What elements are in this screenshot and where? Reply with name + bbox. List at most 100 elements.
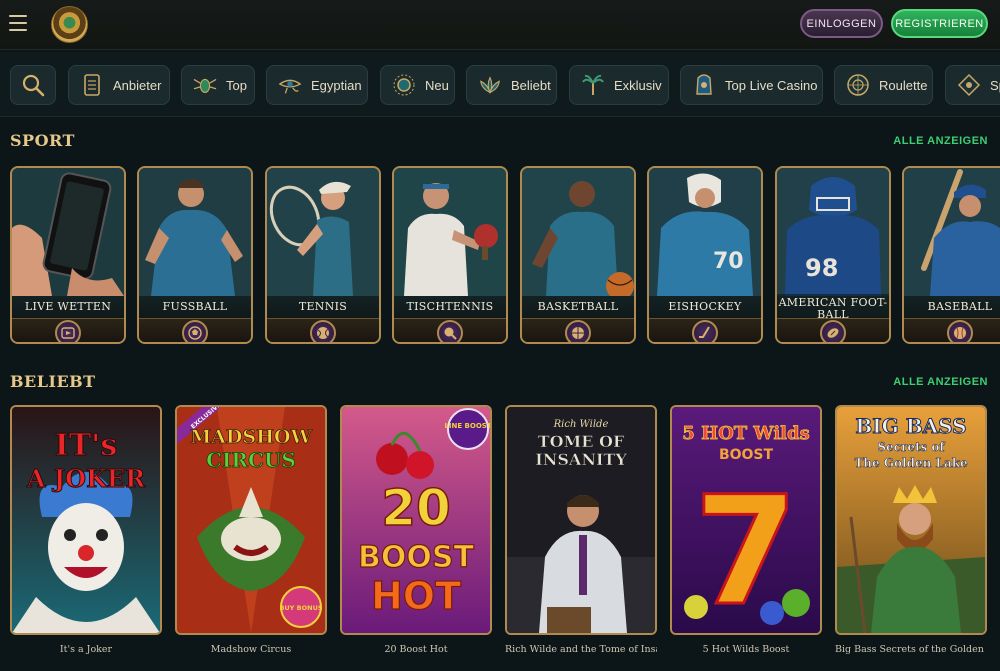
game-label: Big Bass Secrets of the Golden Lake [835, 644, 987, 655]
live-play-icon [55, 320, 81, 342]
register-button[interactable]: REGISTRIEREN [891, 9, 988, 38]
game-card-art-text: TOME OF [538, 432, 625, 451]
sport-see-all-link[interactable]: ALLE ANZEIGEN [893, 135, 988, 147]
sport-card-eishockey[interactable]: 70 EISHOCKEY [647, 166, 763, 344]
sport-card-label: TENNIS [267, 296, 379, 318]
sport-card-baseball[interactable]: BASEBALL [902, 166, 1000, 344]
category-chip-neu[interactable]: Neu [380, 65, 455, 105]
sport-card-fussball[interactable]: FUSSBALL [137, 166, 253, 344]
game-card-art: LINE BOOST 20 BOOST HOT [342, 407, 490, 633]
svg-text:98: 98 [805, 254, 838, 282]
scarab-icon [193, 73, 217, 97]
game-card-madshow-circus[interactable]: EXCLUSIVE MADSHOW CIRCUS BUY BONUS [175, 405, 327, 635]
table-tennis-icon [437, 320, 463, 342]
game-card-art-text: 20 [381, 479, 451, 537]
category-chip-label: Top Live Casino [725, 77, 818, 93]
category-chip-top-live-casino[interactable]: Top Live Casino [680, 65, 823, 105]
casino-logo[interactable] [51, 6, 88, 43]
game-label: It's a Joker [59, 644, 113, 655]
game-card-20-boost-hot[interactable]: LINE BOOST 20 BOOST HOT [340, 405, 492, 635]
basketball-icon [565, 320, 591, 342]
sport-card-american-football[interactable]: 98 AMERICAN FOOT-BALL [775, 166, 891, 344]
american-football-icon [820, 320, 846, 342]
game-card-5-hot-wilds-boost[interactable]: 5 HOT Wilds BOOST 7 [670, 405, 822, 635]
category-chip-label: Neu [425, 77, 449, 93]
pharaoh-icon [692, 73, 716, 97]
game-card-art-text: BOOST [358, 540, 474, 575]
game-card-art: IT's A JOKER [12, 407, 160, 633]
sport-card-art [12, 168, 124, 296]
menu-icon[interactable] [9, 15, 27, 31]
hockey-stick-icon [692, 320, 718, 342]
sport-card-tischtennis[interactable]: TISCHTENNIS [392, 166, 508, 344]
baseball-icon [947, 320, 973, 342]
sport-card-art: 98 [777, 168, 889, 296]
line-boost-badge: LINE BOOST [444, 422, 490, 430]
sport-card-art: 70 [649, 168, 761, 296]
category-chip-top[interactable]: Top [181, 65, 255, 105]
lotus-icon [478, 73, 502, 97]
category-bar: Anbieter Top Egyptian Neu Beliebt Exklus… [0, 52, 1000, 117]
category-chip-partial[interactable]: Sp [945, 65, 1000, 105]
game-card-art: EXCLUSIVE MADSHOW CIRCUS BUY BONUS [177, 407, 325, 633]
sport-card-art [267, 168, 379, 296]
sport-card-art [394, 168, 506, 296]
category-chip-anbieter[interactable]: Anbieter [68, 65, 170, 105]
sport-card-label: BASEBALL [904, 296, 1000, 318]
game-card-big-bass-golden-lake[interactable]: BIG BASS Secrets of The Golden Lake [835, 405, 987, 635]
sport-card-art [139, 168, 251, 296]
game-card-art-text: IT's [55, 428, 117, 463]
section-title-beliebt: BELIEBT [10, 372, 96, 391]
sport-card-art [522, 168, 634, 296]
sport-card-basketball[interactable]: BASKETBALL [520, 166, 636, 344]
category-chip-exklusiv[interactable]: Exklusiv [569, 65, 669, 105]
beliebt-see-all-link[interactable]: ALLE ANZEIGEN [893, 376, 988, 388]
game-card-art: Rich Wilde TOME OF INSANITY [507, 407, 655, 633]
sport-card-tennis[interactable]: TENNIS [265, 166, 381, 344]
search-icon [22, 74, 45, 97]
sport-card-label: LIVE WETTEN [12, 296, 124, 318]
game-card-art-text: A JOKER [26, 464, 146, 493]
category-chip-egyptian[interactable]: Egyptian [266, 65, 368, 105]
sport-card-label: FUSSBALL [139, 296, 251, 318]
game-card-art-text: BOOST [719, 447, 774, 463]
sport-card-art [904, 168, 1000, 296]
game-label: Madshow Circus [210, 644, 292, 655]
palm-icon [581, 73, 605, 97]
game-card-tome-of-insanity[interactable]: Rich Wilde TOME OF INSANITY [505, 405, 657, 635]
top-header: EINLOGGEN REGISTRIEREN [0, 0, 1000, 50]
section-title-sport: SPORT [10, 131, 75, 150]
category-chip-label: Top [226, 77, 247, 93]
scroll-icon [80, 73, 104, 97]
game-card-its-a-joker[interactable]: IT's A JOKER [10, 405, 162, 635]
game-card-art-text: BIG BASS [855, 414, 966, 438]
category-chip-label: Beliebt [511, 77, 551, 93]
game-card-art-text: 5 HOT Wilds [682, 423, 809, 444]
sport-card-live-wetten[interactable]: LIVE WETTEN [10, 166, 126, 344]
sport-card-label: TISCHTENNIS [394, 296, 506, 318]
game-card-art-text: MADSHOW [190, 426, 312, 448]
eye-of-horus-icon [278, 73, 302, 97]
slot-icon [957, 73, 981, 97]
svg-text:70: 70 [713, 249, 744, 274]
category-chip-roulette[interactable]: Roulette [834, 65, 933, 105]
buy-bonus-badge: BUY BONUS [279, 604, 322, 612]
game-label: 5 Hot Wilds Boost [702, 644, 790, 655]
game-card-art-text: Rich Wilde [553, 419, 609, 430]
roulette-wheel-icon [846, 73, 870, 97]
game-card-art-text: CIRCUS [206, 448, 296, 472]
sport-card-label: BASKETBALL [522, 296, 634, 318]
football-icon [182, 320, 208, 342]
category-chip-label: Exklusiv [614, 77, 662, 93]
search-button[interactable] [10, 65, 56, 105]
game-card-art: BIG BASS Secrets of The Golden Lake [837, 407, 985, 633]
game-card-art-text: The Golden Lake [854, 456, 968, 470]
game-card-art-text: HOT [371, 574, 461, 618]
login-button[interactable]: EINLOGGEN [800, 9, 883, 38]
category-chip-label: Sp [990, 77, 1000, 93]
category-chip-beliebt[interactable]: Beliebt [466, 65, 557, 105]
game-card-art: 5 HOT Wilds BOOST 7 [672, 407, 820, 633]
game-card-art-text: INSANITY [535, 450, 627, 469]
category-chip-label: Roulette [879, 77, 928, 93]
game-label: Rich Wilde and the Tome of Insa... [505, 644, 657, 655]
